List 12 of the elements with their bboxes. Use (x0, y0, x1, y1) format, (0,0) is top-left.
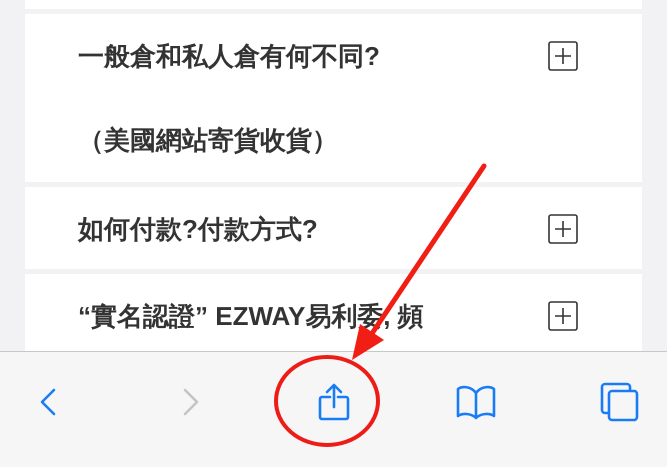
plus-box-icon[interactable] (548, 214, 578, 244)
plus-box-icon[interactable] (548, 301, 578, 331)
back-icon[interactable] (38, 386, 58, 418)
faq-question: 如何付款?付款方式? (78, 212, 319, 246)
tabs-icon[interactable] (598, 381, 640, 423)
plus-box-icon[interactable] (548, 41, 578, 71)
faq-question: （美國網站寄貨收貨） (78, 124, 339, 156)
faq-item[interactable]: 如何付款?付款方式? (25, 187, 642, 269)
open-book-icon[interactable] (456, 383, 496, 421)
faq-item[interactable]: 一般倉和私人倉有何不同? （美國網站寄貨收貨） (25, 14, 642, 182)
faq-question: 一般倉和私人倉有何不同? (78, 40, 381, 72)
share-icon[interactable] (316, 383, 350, 421)
